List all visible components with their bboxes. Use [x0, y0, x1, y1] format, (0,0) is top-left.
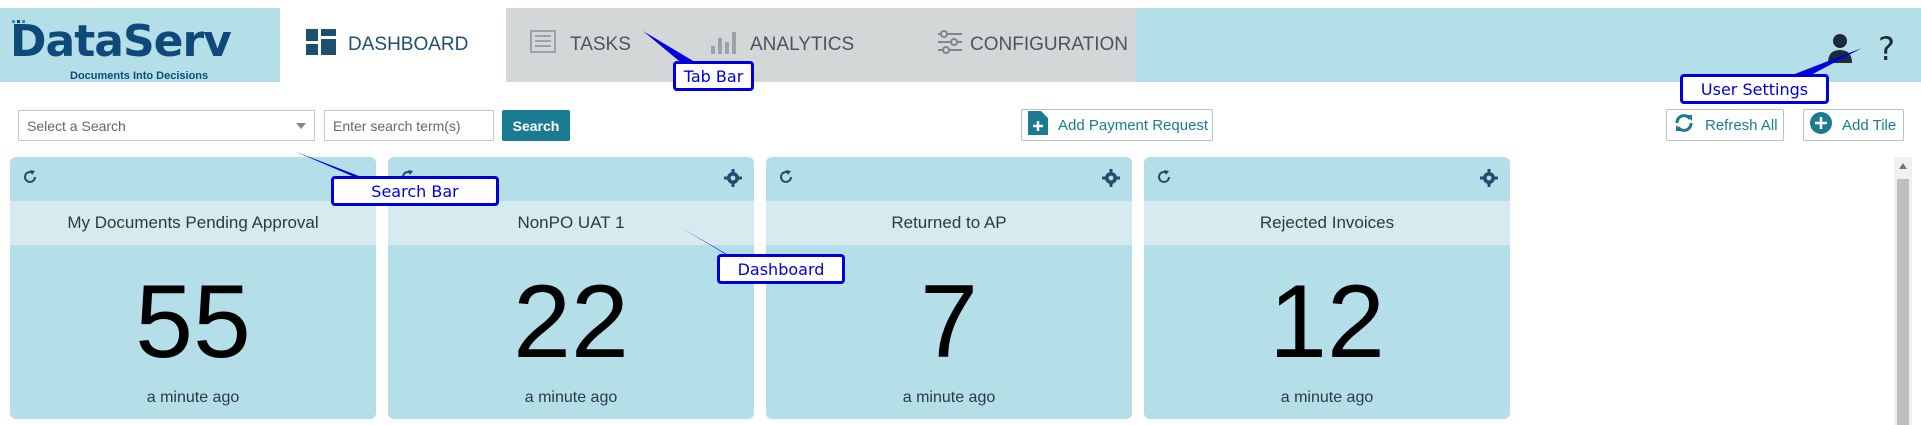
tile-title: NonPO UAT 1	[388, 201, 754, 245]
dashboard-tile[interactable]: Returned to AP 7 a minute ago	[766, 157, 1132, 419]
vertical-scrollbar[interactable]	[1894, 157, 1912, 425]
plus-circle-icon	[1810, 112, 1832, 138]
tile-count: 22	[513, 264, 629, 380]
add-payment-request-label: Add Payment Request	[1058, 116, 1209, 134]
search-button[interactable]: Search	[502, 110, 570, 141]
tile-title: My Documents Pending Approval	[10, 201, 376, 245]
add-tile-label: Add Tile	[1842, 116, 1897, 134]
dataserv-logo[interactable]: DataServ Documents Into Decisions	[10, 16, 240, 83]
user-icon[interactable]	[1826, 33, 1854, 63]
saved-search-placeholder: Select a Search	[27, 118, 126, 134]
annotation-search-bar: Search Bar	[331, 176, 499, 206]
tile-title: Rejected Invoices	[1144, 201, 1510, 245]
configuration-icon	[936, 30, 964, 60]
logo-wordmark: DataServ	[10, 16, 232, 67]
annotation-dashboard: Dashboard	[717, 254, 845, 284]
tasks-icon	[530, 30, 558, 60]
tile-title: Returned to AP	[766, 201, 1132, 245]
tile-count: 55	[135, 264, 251, 380]
annotation-tab-bar: Tab Bar	[673, 61, 754, 91]
tab-dashboard-label: DASHBOARD	[348, 34, 469, 55]
tab-configuration[interactable]: CONFIGURATION	[936, 8, 1136, 82]
search-input[interactable]	[324, 110, 494, 141]
tab-dashboard[interactable]: DASHBOARD	[280, 8, 506, 82]
dashboard-icon	[306, 29, 336, 61]
app-root: DataServ Documents Into Decisions DASHBO…	[0, 0, 1921, 425]
saved-search-select[interactable]: Select a Search	[18, 110, 315, 141]
gear-icon[interactable]	[724, 169, 742, 187]
gear-icon[interactable]	[1480, 169, 1498, 187]
dashboard-tile[interactable]: My Documents Pending Approval 55 a minut…	[10, 157, 376, 419]
tile-updated: a minute ago	[146, 389, 240, 406]
add-document-icon	[1028, 111, 1048, 139]
tile-refresh-icon[interactable]	[778, 169, 794, 185]
refresh-all-button[interactable]: Refresh All	[1666, 109, 1784, 141]
analytics-icon	[710, 30, 738, 60]
tab-configuration-label: CONFIGURATION	[970, 34, 1128, 55]
add-payment-request-button[interactable]: Add Payment Request	[1021, 109, 1213, 141]
refresh-all-label: Refresh All	[1705, 116, 1778, 134]
tile-updated: a minute ago	[1280, 389, 1374, 406]
tile-count: 12	[1269, 264, 1385, 380]
app-header: DataServ Documents Into Decisions DASHBO…	[0, 8, 1921, 82]
refresh-icon	[1673, 112, 1695, 138]
tile-updated: a minute ago	[902, 389, 996, 406]
tile-refresh-icon[interactable]	[22, 169, 38, 185]
add-tile-button[interactable]: Add Tile	[1803, 109, 1904, 141]
logo-tagline: Documents Into Decisions	[70, 70, 209, 82]
scroll-up-arrow-icon[interactable]	[1899, 163, 1907, 169]
chevron-down-icon	[296, 123, 306, 129]
tab-tasks-label: TASKS	[570, 34, 631, 55]
gear-icon[interactable]	[1102, 169, 1120, 187]
tile-refresh-icon[interactable]	[1156, 169, 1172, 185]
help-icon[interactable]: ?	[1878, 30, 1895, 68]
tab-analytics-label: ANALYTICS	[750, 34, 855, 55]
dashboard-tile[interactable]: Rejected Invoices 12 a minute ago	[1144, 157, 1510, 419]
tile-updated: a minute ago	[524, 389, 618, 406]
scrollbar-thumb[interactable]	[1897, 179, 1909, 425]
annotation-user-settings: User Settings	[1680, 74, 1829, 104]
